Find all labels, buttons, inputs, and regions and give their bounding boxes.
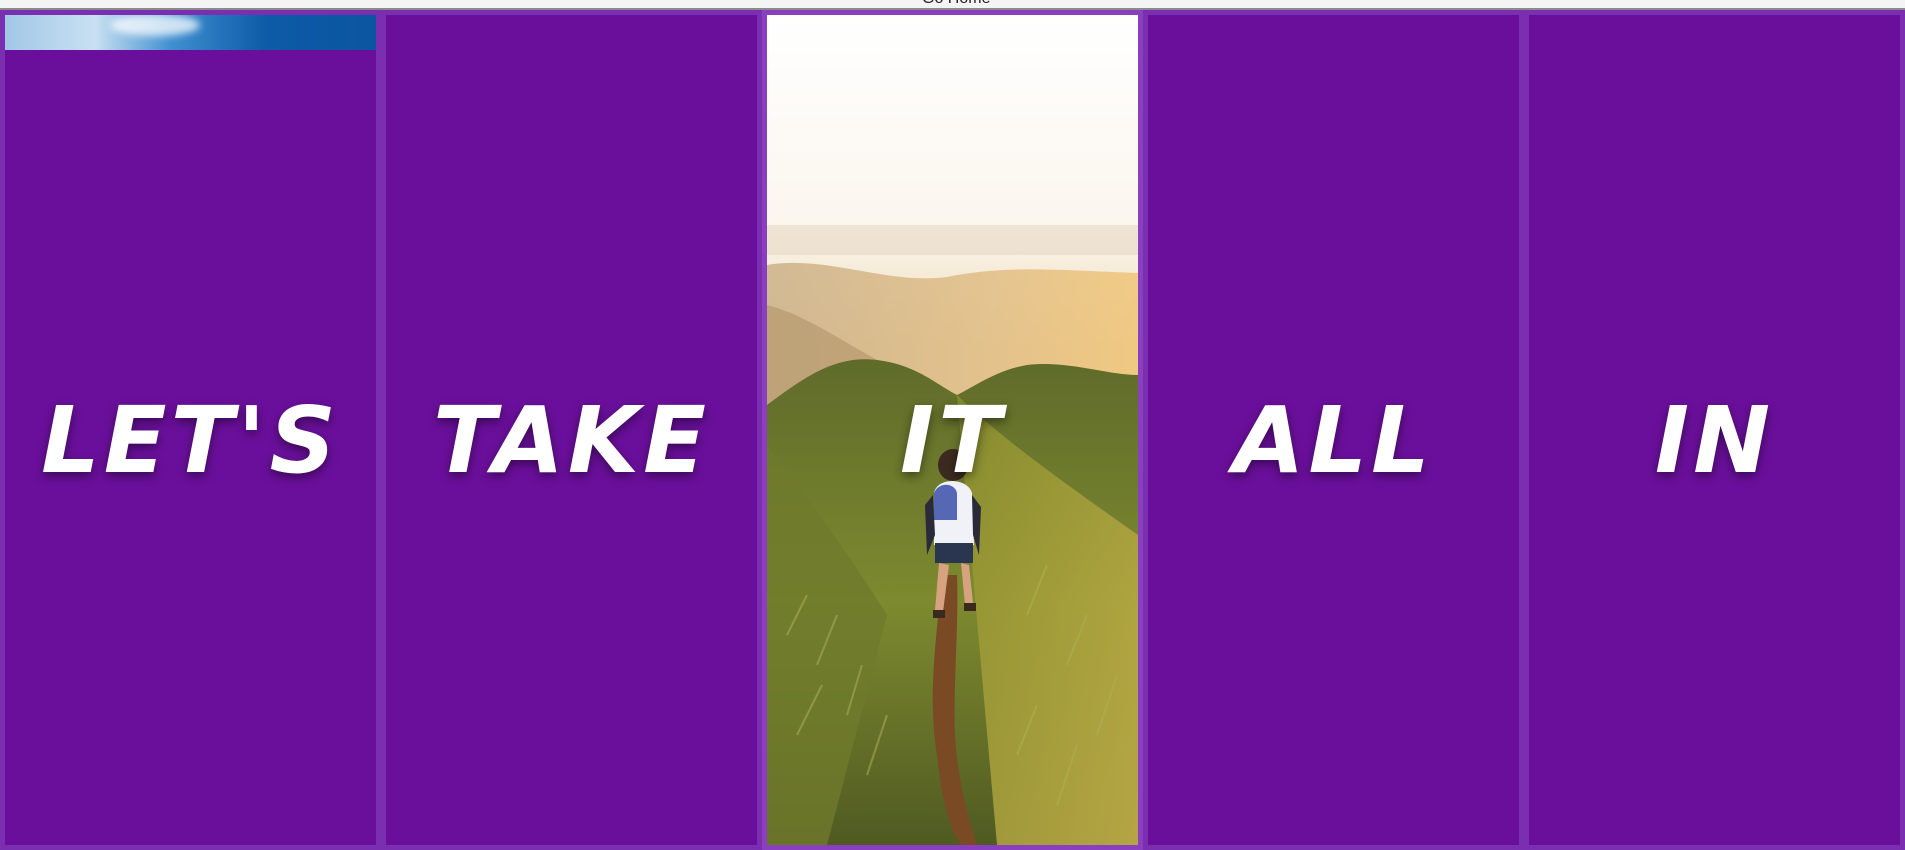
panel-word: LET'S <box>41 386 340 494</box>
panel-lets[interactable]: LET'S <box>0 10 381 850</box>
panel-word: ALL <box>1233 386 1434 494</box>
top-bar: Go Home <box>0 0 1905 10</box>
panel-word: IN <box>1654 386 1775 494</box>
panel-word: IT <box>900 386 1005 494</box>
panels-container: LET'S TAKE IT ALL IN <box>0 10 1905 850</box>
go-home-link[interactable]: Go Home <box>922 0 990 8</box>
panel-all[interactable]: ALL <box>1143 10 1524 850</box>
panel-word: TAKE <box>433 386 710 494</box>
panel-take[interactable]: TAKE <box>381 10 762 850</box>
panel-in[interactable]: IN <box>1524 10 1905 850</box>
sky-image-strip <box>5 15 376 50</box>
panel-it-expanded[interactable]: IT <box>762 10 1143 850</box>
